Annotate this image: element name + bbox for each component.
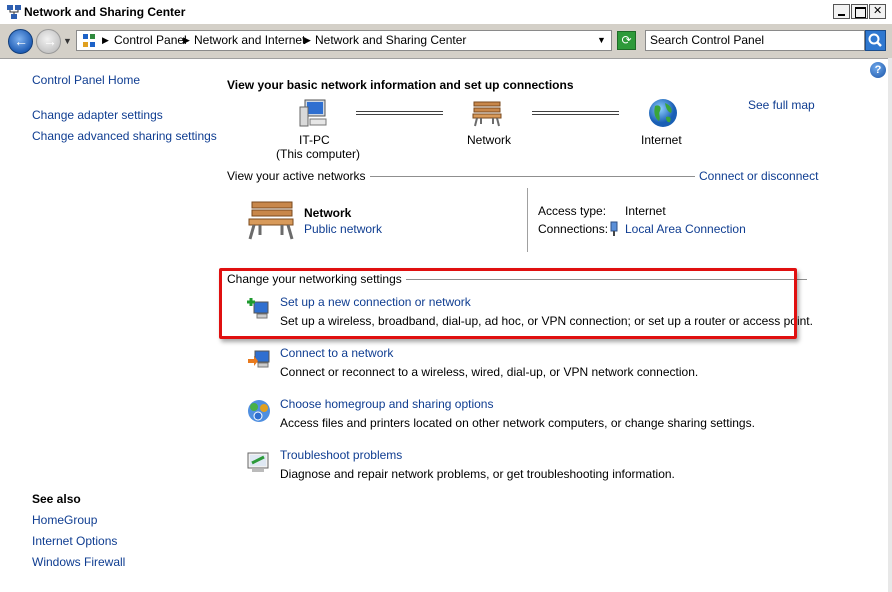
address-dropdown-icon[interactable]: ▼: [597, 35, 606, 45]
close-button[interactable]: ✕: [869, 4, 886, 19]
active-networks-label: View your active networks: [227, 169, 370, 183]
internet-name: Internet: [641, 133, 682, 147]
see-also-heading: See also: [32, 492, 81, 506]
page-title: View your basic network information and …: [227, 78, 574, 92]
vertical-divider: [527, 188, 528, 252]
sidebar-control-panel-home[interactable]: Control Panel Home: [32, 73, 140, 87]
network-bench-icon: [248, 201, 294, 240]
connect-network-icon: [248, 350, 270, 368]
globe-icon: [649, 99, 677, 127]
troubleshoot-problems-link[interactable]: Troubleshoot problems: [280, 448, 402, 462]
homegroup-icon: [248, 400, 270, 422]
connect-or-disconnect-link[interactable]: Connect or disconnect: [699, 169, 818, 183]
window-border: [888, 58, 892, 592]
refresh-button[interactable]: ⟳: [617, 31, 636, 50]
local-area-connection-link[interactable]: Local Area Connection: [625, 222, 746, 236]
breadcrumb-network-and-internet[interactable]: Network and Internet: [194, 33, 305, 47]
ethernet-icon: [610, 221, 618, 236]
connection-line: [356, 111, 443, 115]
see-also-homegroup[interactable]: HomeGroup: [32, 513, 97, 527]
access-type-label: Access type:: [538, 204, 607, 218]
network-name: Network: [467, 133, 512, 147]
breadcrumb-separator-icon[interactable]: ▶: [304, 35, 311, 46]
network-bench-icon: [472, 101, 502, 127]
access-type-value: Internet: [625, 204, 666, 218]
breadcrumb-separator-icon[interactable]: ▶: [183, 35, 190, 46]
active-network-name: Network: [304, 206, 352, 220]
window-title: Network and Sharing Center: [24, 5, 186, 19]
computer-icon: [299, 99, 327, 127]
connect-to-network-link[interactable]: Connect to a network: [280, 346, 393, 360]
network-center-icon: [7, 5, 21, 19]
network-type-link[interactable]: Public network: [304, 222, 382, 236]
networking-settings-label: Change your networking settings: [227, 272, 406, 286]
back-button[interactable]: ←: [8, 29, 33, 54]
sidebar-change-adapter-settings[interactable]: Change adapter settings: [32, 108, 163, 122]
connections-label: Connections:: [538, 222, 609, 236]
minimize-button[interactable]: [833, 4, 850, 19]
forward-button[interactable]: →: [36, 29, 61, 54]
sidebar-change-advanced-sharing-settings[interactable]: Change advanced sharing settings: [32, 129, 217, 143]
connection-line: [532, 111, 619, 115]
task-description: Connect or reconnect to a wireless, wire…: [280, 365, 699, 379]
see-full-map-link[interactable]: See full map: [748, 98, 815, 112]
search-icon[interactable]: [865, 30, 886, 51]
breadcrumb-network-and-sharing-center[interactable]: Network and Sharing Center: [315, 33, 466, 47]
see-also-internet-options[interactable]: Internet Options: [32, 534, 117, 548]
maximize-button[interactable]: [851, 4, 868, 19]
task-description: Access files and printers located on oth…: [280, 416, 755, 430]
breadcrumb-control-panel[interactable]: Control Panel: [114, 33, 187, 47]
see-also-windows-firewall[interactable]: Windows Firewall: [32, 555, 125, 569]
troubleshoot-icon: [247, 452, 269, 472]
task-description: Diagnose and repair network problems, or…: [280, 467, 675, 481]
computer-subtitle: (This computer): [276, 147, 361, 161]
search-placeholder: Search Control Panel: [650, 33, 765, 47]
control-panel-icon: [83, 34, 95, 47]
recent-pages-dropdown-icon[interactable]: ▼: [63, 36, 72, 46]
computer-name: IT-PC: [299, 133, 330, 147]
choose-homegroup-link[interactable]: Choose homegroup and sharing options: [280, 397, 493, 411]
help-icon[interactable]: ?: [870, 62, 886, 78]
breadcrumb-separator-icon[interactable]: ▶: [102, 35, 109, 46]
